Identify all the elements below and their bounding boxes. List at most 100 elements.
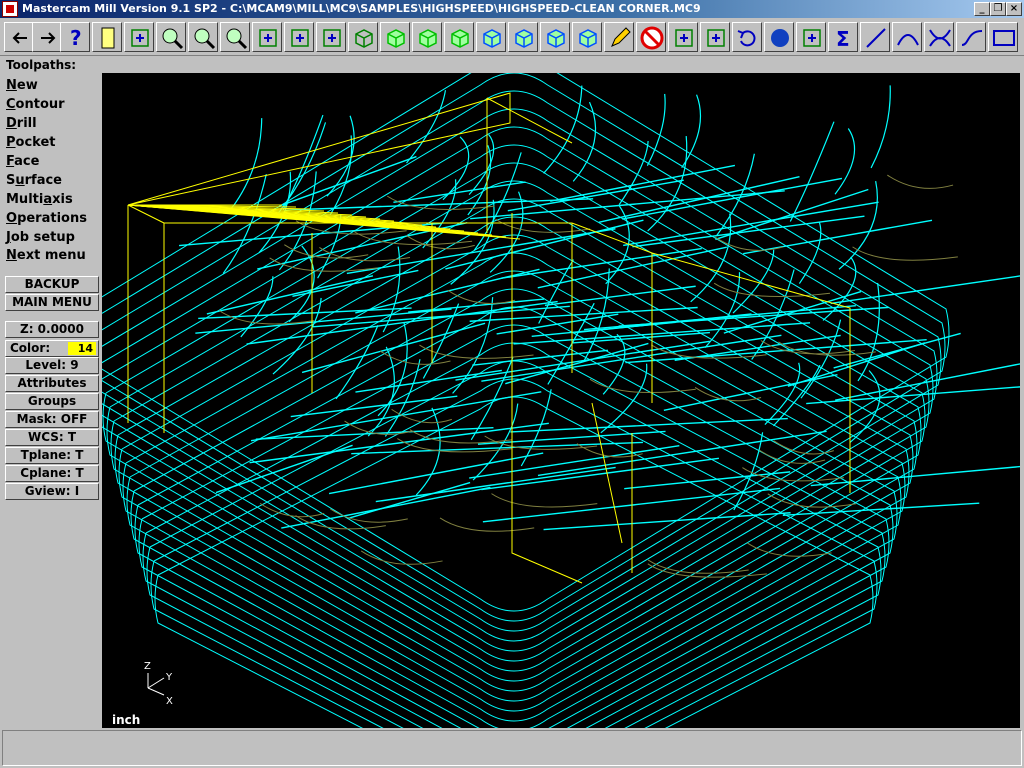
menu-item-drill[interactable]: Drill — [6, 115, 37, 133]
spline-icon — [961, 30, 983, 46]
cube-blue-3-icon — [547, 29, 565, 48]
menu-item-pocket[interactable]: Pocket — [6, 134, 56, 152]
cube-wire-icon — [355, 29, 373, 48]
menu-item-new[interactable]: New — [6, 77, 38, 95]
attributes-button[interactable]: Attributes — [5, 375, 99, 392]
back-arrow-icon — [12, 32, 27, 44]
transform-icon — [675, 29, 693, 47]
axis-label-x: X — [166, 696, 173, 707]
select-icon — [291, 29, 309, 47]
menu-item-face[interactable]: Face — [6, 153, 39, 171]
spline-button[interactable] — [956, 22, 986, 52]
axis-label-z: Z — [144, 661, 151, 672]
cube-wire-button[interactable] — [348, 22, 378, 52]
no-entry-button[interactable] — [636, 22, 666, 52]
window-title: Mastercam Mill Version 9.1 SP2 - C:\MCAM… — [22, 2, 701, 15]
help-icon: ? — [70, 26, 82, 50]
sphere-icon — [771, 29, 789, 47]
gview-button[interactable]: Gview: I — [5, 483, 99, 500]
svg-text:Σ: Σ — [836, 27, 850, 51]
transform-button[interactable] — [668, 22, 698, 52]
move-button[interactable] — [796, 22, 826, 52]
cube-green-1-icon — [387, 29, 405, 48]
wcs-button[interactable]: WCS: T — [5, 429, 99, 446]
mask-button[interactable]: Mask: OFF — [5, 411, 99, 428]
cube-blue-1-icon — [483, 29, 501, 48]
cube-green-2-icon — [419, 29, 437, 48]
backup-button[interactable]: BACKUP — [5, 276, 99, 293]
cube-blue-4-button[interactable] — [572, 22, 602, 52]
menu-item-next-menu[interactable]: Next menu — [6, 247, 86, 265]
color-button[interactable]: Color: 14 — [5, 340, 99, 357]
file-icon — [101, 27, 115, 49]
rectangle-button[interactable] — [988, 22, 1018, 52]
pan-icon — [259, 29, 277, 47]
cube-green-2-button[interactable] — [412, 22, 442, 52]
cube-blue-1-button[interactable] — [476, 22, 506, 52]
level-button[interactable]: Level: 9 — [5, 357, 99, 374]
trim-button[interactable] — [924, 22, 954, 52]
rotate-view-icon — [323, 29, 341, 47]
color-label: Color: — [10, 341, 51, 355]
cube-blue-3-button[interactable] — [540, 22, 570, 52]
tplane-button[interactable]: Tplane: T — [5, 447, 99, 464]
trim-icon — [929, 29, 951, 47]
sphere-button[interactable] — [764, 22, 794, 52]
line-icon — [866, 28, 886, 48]
toolpath-canvas[interactable]: Z Y X — [102, 73, 1020, 728]
menu-item-multiaxis[interactable]: Multiaxis — [6, 191, 73, 209]
select-button[interactable] — [284, 22, 314, 52]
no-entry-icon — [640, 26, 664, 50]
right-edge — [1020, 73, 1024, 728]
minimize-button[interactable]: _ — [974, 2, 990, 16]
title-bar: Mastercam Mill Version 9.1 SP2 - C:\MCAM… — [0, 0, 1024, 18]
status-bar — [2, 730, 1022, 766]
transform-color-icon — [707, 29, 725, 47]
menu-item-contour[interactable]: Contour — [6, 96, 65, 114]
pencil-icon — [611, 27, 631, 47]
main-menu-button[interactable]: MAIN MENU — [5, 294, 99, 311]
menu-item-operations[interactable]: Operations — [6, 210, 87, 228]
cplane-button[interactable]: Cplane: T — [5, 465, 99, 482]
menu-item-surface[interactable]: Surface — [6, 172, 62, 190]
file-button[interactable] — [92, 22, 122, 52]
back-arrow-button[interactable] — [4, 22, 34, 52]
units-label: inch — [112, 713, 141, 727]
move-icon — [803, 29, 821, 47]
zoom-window-icon — [226, 28, 248, 50]
sigma-icon: Σ — [836, 27, 850, 51]
forward-arrow-button[interactable] — [32, 22, 62, 52]
app-icon[interactable] — [2, 1, 18, 17]
restore-button[interactable]: ❐ — [990, 2, 1006, 16]
arc-icon — [897, 34, 919, 46]
menu-item-job-setup[interactable]: Job setup — [6, 229, 75, 247]
zoom-fit-icon — [194, 28, 216, 50]
pencil-button[interactable] — [604, 22, 634, 52]
rotate-view-button[interactable] — [316, 22, 346, 52]
close-button[interactable]: × — [1006, 2, 1022, 16]
toolpaths-label: Toolpaths: — [6, 58, 77, 72]
arc-button[interactable] — [892, 22, 922, 52]
undo-icon — [737, 30, 756, 47]
zoom-window-button[interactable] — [220, 22, 250, 52]
cube-green-3-button[interactable] — [444, 22, 474, 52]
groups-button[interactable]: Groups — [5, 393, 99, 410]
transform-color-button[interactable] — [700, 22, 730, 52]
pointer-help-button[interactable] — [124, 22, 154, 52]
help-button[interactable]: ? — [60, 22, 90, 52]
zoom-in-button[interactable] — [156, 22, 186, 52]
cube-green-1-button[interactable] — [380, 22, 410, 52]
cube-blue-4-icon — [579, 29, 597, 48]
sigma-button[interactable]: Σ — [828, 22, 858, 52]
graphics-viewport[interactable]: Z Y X inch — [102, 73, 1020, 728]
zoom-fit-button[interactable] — [188, 22, 218, 52]
pan-button[interactable] — [252, 22, 282, 52]
forward-arrow-icon — [41, 32, 56, 44]
line-button[interactable] — [860, 22, 890, 52]
toolbar: ? Σ — [0, 18, 1024, 56]
zoom-in-icon — [162, 28, 184, 50]
undo-button[interactable] — [732, 22, 762, 52]
cube-blue-2-button[interactable] — [508, 22, 538, 52]
cube-blue-2-icon — [515, 29, 533, 48]
z-depth-button[interactable]: Z: 0.0000 — [5, 321, 99, 338]
